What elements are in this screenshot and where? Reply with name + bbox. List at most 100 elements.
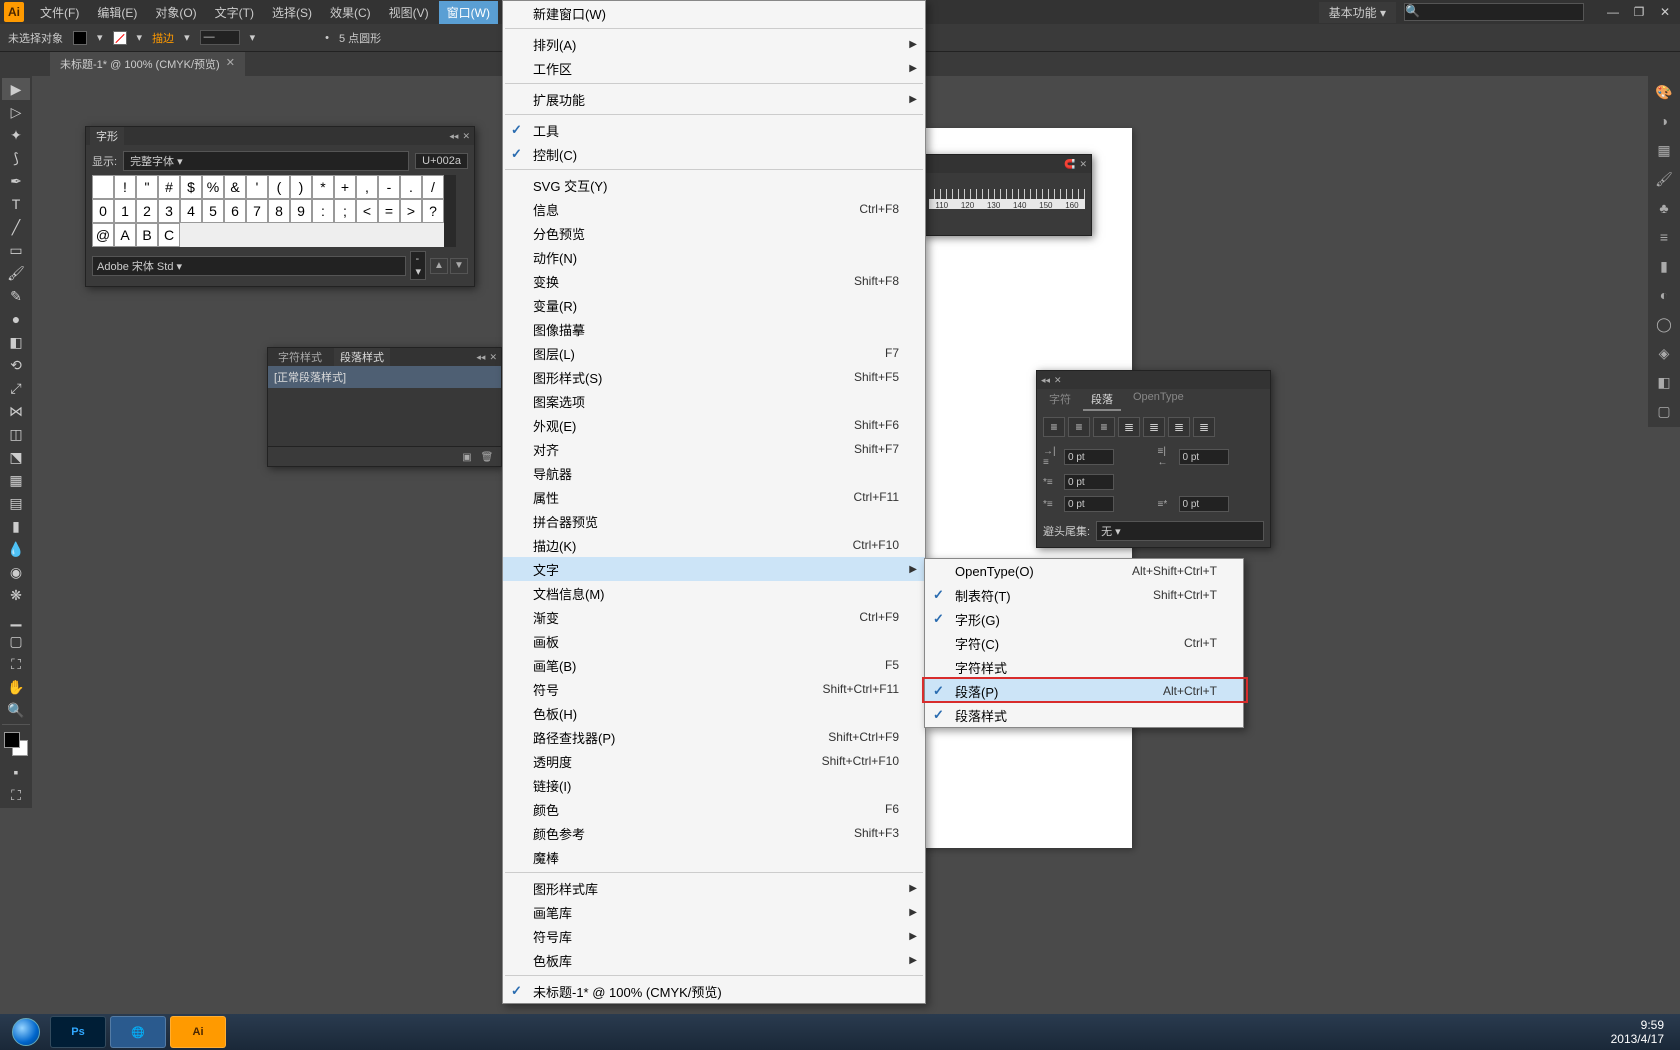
- eraser-tool[interactable]: ◧: [2, 331, 30, 353]
- taskbar-ie[interactable]: 🌐: [110, 1016, 166, 1048]
- menu-item[interactable]: 符号库▶: [503, 924, 925, 948]
- panel-close-icon[interactable]: ✕: [489, 352, 497, 363]
- gradient-tool[interactable]: ▮: [2, 515, 30, 537]
- direct-selection-tool[interactable]: ▷: [2, 101, 30, 123]
- glyph-cell[interactable]: +: [334, 175, 356, 199]
- menu-item[interactable]: 拼合器预览: [503, 509, 925, 533]
- font-style-select[interactable]: - ▾: [410, 251, 426, 280]
- glyph-cell[interactable]: @: [92, 223, 114, 247]
- menu-item[interactable]: ✓未标题-1* @ 100% (CMYK/预览): [503, 979, 925, 1003]
- menu-item[interactable]: 符号Shift+Ctrl+F11: [503, 677, 925, 701]
- menu-item[interactable]: 分色预览: [503, 221, 925, 245]
- color-mode[interactable]: ▪: [2, 761, 30, 783]
- panel-collapse-icon[interactable]: ◂◂: [476, 352, 485, 363]
- menu-window[interactable]: 窗口(W): [439, 1, 498, 24]
- glyph-zoom-in[interactable]: ▼: [450, 258, 468, 274]
- eyedropper-tool[interactable]: 💧: [2, 538, 30, 560]
- menu-item[interactable]: 色板库▶: [503, 948, 925, 972]
- glyph-cell[interactable]: C: [158, 223, 180, 247]
- menu-item[interactable]: ✓段落(P)Alt+Ctrl+T: [925, 679, 1243, 703]
- align-center[interactable]: ≡: [1068, 417, 1090, 437]
- menu-item[interactable]: 画笔(B)F5: [503, 653, 925, 677]
- menu-item[interactable]: 画笔库▶: [503, 900, 925, 924]
- slice-tool[interactable]: ⛶: [2, 653, 30, 675]
- glyph-cell[interactable]: ,: [356, 175, 378, 199]
- menu-effect[interactable]: 效果(C): [322, 1, 379, 24]
- hyphen-select[interactable]: 无 ▾: [1096, 521, 1264, 541]
- glyph-cell[interactable]: *: [312, 175, 334, 199]
- gradient-icon[interactable]: ▮: [1651, 253, 1677, 279]
- pencil-tool[interactable]: ✎: [2, 285, 30, 307]
- taskbar-illustrator[interactable]: Ai: [170, 1016, 226, 1048]
- appearance-icon[interactable]: ◯: [1651, 311, 1677, 337]
- type-tool[interactable]: T: [2, 193, 30, 215]
- glyph-cell[interactable]: ': [246, 175, 268, 199]
- graphic-styles-icon[interactable]: ◈: [1651, 340, 1677, 366]
- glyph-cell[interactable]: /: [422, 175, 444, 199]
- artboards-icon[interactable]: ▢: [1651, 398, 1677, 424]
- fill-swatch[interactable]: [73, 31, 87, 45]
- paintbrush-tool[interactable]: 🖌: [2, 262, 30, 284]
- menu-item[interactable]: 色板(H): [503, 701, 925, 725]
- show-select[interactable]: 完整字体 ▾: [123, 151, 409, 171]
- menu-item[interactable]: ✓工具: [503, 118, 925, 142]
- glyph-cell[interactable]: %: [202, 175, 224, 199]
- menu-item[interactable]: 文字▶: [503, 557, 925, 581]
- search-input[interactable]: 🔍: [1404, 3, 1584, 21]
- perspective-grid-tool[interactable]: ▦: [2, 469, 30, 491]
- start-button[interactable]: [4, 1016, 48, 1048]
- zoom-tool[interactable]: 🔍: [2, 699, 30, 721]
- menu-item[interactable]: 字符(C)Ctrl+T: [925, 631, 1243, 655]
- align-left[interactable]: ≡: [1043, 417, 1065, 437]
- line-tool[interactable]: ╱: [2, 216, 30, 238]
- first-indent-input[interactable]: [1064, 474, 1114, 490]
- menu-item[interactable]: SVG 交互(Y): [503, 173, 925, 197]
- glyph-cell[interactable]: 0: [92, 199, 114, 223]
- scrollbar[interactable]: [444, 175, 456, 247]
- glyph-cell[interactable]: $: [180, 175, 202, 199]
- font-select[interactable]: Adobe 宋体 Std ▾: [92, 256, 406, 276]
- menu-item[interactable]: 图层(L)F7: [503, 341, 925, 365]
- space-before-input[interactable]: [1064, 496, 1114, 512]
- panel-collapse-icon[interactable]: ◂◂: [1041, 375, 1050, 386]
- stroke-icon[interactable]: ≡: [1651, 224, 1677, 250]
- glyph-cell[interactable]: &: [224, 175, 246, 199]
- selection-tool[interactable]: ▶: [2, 78, 30, 100]
- menu-item[interactable]: 图形样式库▶: [503, 876, 925, 900]
- new-style-icon[interactable]: ▣: [459, 449, 475, 465]
- ruler[interactable]: 110120130140150160: [929, 189, 1085, 209]
- glyph-cell[interactable]: 4: [180, 199, 202, 223]
- character-tab[interactable]: 字符: [1041, 389, 1079, 411]
- glyph-zoom-out[interactable]: ▲: [430, 258, 448, 274]
- rectangle-tool[interactable]: ▭: [2, 239, 30, 261]
- glyph-cell[interactable]: !: [114, 175, 136, 199]
- menu-item[interactable]: 排列(A)▶: [503, 32, 925, 56]
- glyph-cell[interactable]: (: [268, 175, 290, 199]
- menu-item[interactable]: 字符样式: [925, 655, 1243, 679]
- symbol-sprayer-tool[interactable]: ❋: [2, 584, 30, 606]
- lasso-tool[interactable]: ⟆: [2, 147, 30, 169]
- rotate-tool[interactable]: ⟲: [2, 354, 30, 376]
- menu-item[interactable]: 扩展功能▶: [503, 87, 925, 111]
- menu-file[interactable]: 文件(F): [32, 1, 87, 24]
- brushes-icon[interactable]: 🖌: [1651, 166, 1677, 192]
- close-button[interactable]: ✕: [1654, 3, 1676, 21]
- free-transform-tool[interactable]: ◫: [2, 423, 30, 445]
- column-graph-tool[interactable]: ▁: [2, 607, 30, 629]
- panel-close-icon[interactable]: ✕: [1054, 375, 1062, 386]
- document-tab[interactable]: 未标题-1* @ 100% (CMYK/预览)✕: [50, 52, 245, 76]
- glyph-cell[interactable]: ?: [422, 199, 444, 223]
- menu-item[interactable]: 信息Ctrl+F8: [503, 197, 925, 221]
- left-indent-input[interactable]: [1064, 449, 1114, 465]
- menu-object[interactable]: 对象(O): [147, 1, 204, 24]
- menu-edit[interactable]: 编辑(E): [89, 1, 145, 24]
- menu-item[interactable]: 图像描摹: [503, 317, 925, 341]
- menu-item[interactable]: 魔棒: [503, 845, 925, 869]
- opentype-tab[interactable]: OpenType: [1125, 389, 1192, 411]
- menu-item[interactable]: 动作(N): [503, 245, 925, 269]
- glyph-cell[interactable]: >: [400, 199, 422, 223]
- justify-right[interactable]: ≣: [1168, 417, 1190, 437]
- color-guide-icon[interactable]: ◑: [1651, 108, 1677, 134]
- justify-center[interactable]: ≣: [1143, 417, 1165, 437]
- glyph-cell[interactable]: 7: [246, 199, 268, 223]
